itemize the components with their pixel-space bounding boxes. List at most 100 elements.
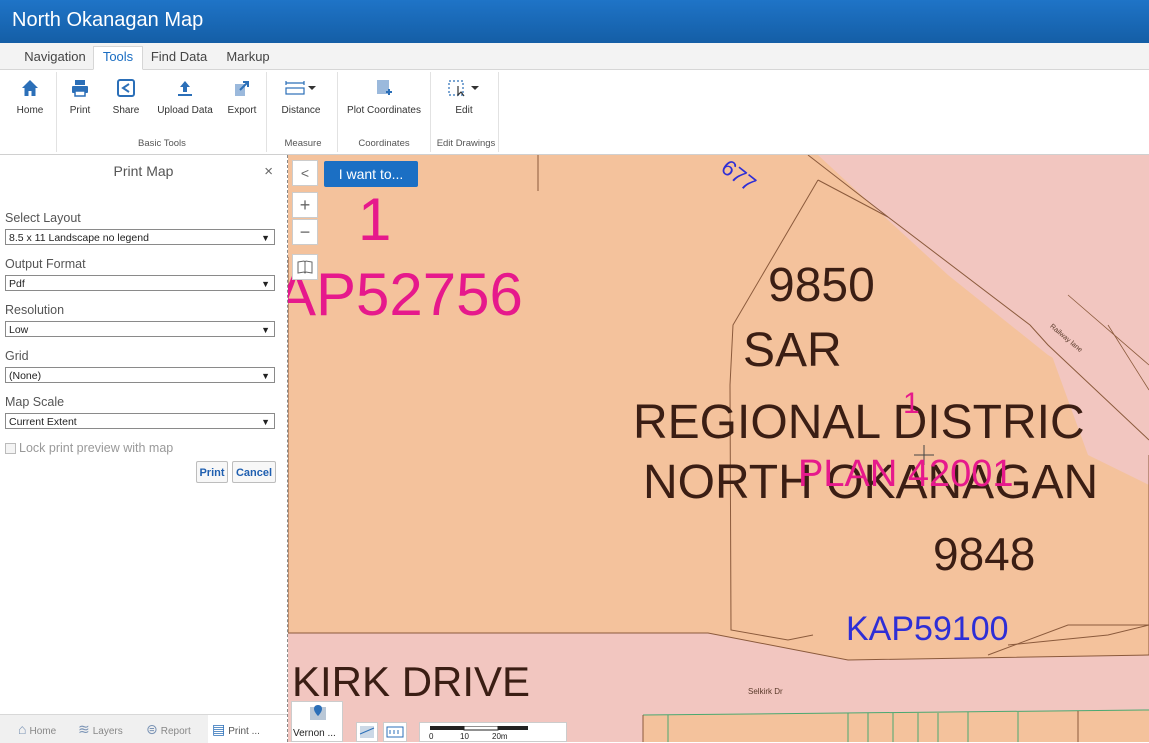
grid-value: (None): [9, 370, 42, 382]
resolution-label: Resolution: [5, 303, 65, 317]
basemap-icon: [359, 726, 375, 738]
chevron-down-icon: ▼: [261, 371, 270, 381]
scale-tick-label: 20m: [492, 732, 508, 741]
print-submit-button[interactable]: Print: [196, 461, 228, 483]
measure-group-label: Measure: [284, 138, 322, 149]
bottom-tab-home[interactable]: ⌂ Home: [18, 721, 56, 737]
panel-title: Print Map: [113, 163, 174, 179]
print-icon: [64, 78, 96, 102]
bottom-tab-layers[interactable]: ≋ Layers: [78, 721, 123, 738]
export-icon: [224, 78, 260, 102]
grid-dropdown[interactable]: (None) ▼: [5, 367, 275, 383]
map-pin-icon: [310, 705, 326, 720]
bottom-tab-report[interactable]: ⊜ Report: [146, 721, 191, 738]
plot-coordinates-label: Plot Coordinates: [347, 105, 421, 116]
map-label-plan: KAP59100: [846, 610, 1009, 648]
upload-label: Upload Data: [157, 105, 213, 116]
chevron-down-icon: ▼: [261, 233, 270, 243]
export-label: Export: [227, 105, 257, 116]
bottom-tab-label: Layers: [92, 726, 123, 737]
home-icon: [10, 78, 50, 102]
locator-label: Vernon ...: [293, 728, 336, 739]
upload-icon: [154, 78, 216, 102]
print-icon: ▤: [212, 721, 226, 737]
chevron-down-icon: ▼: [261, 279, 270, 289]
basemap-switcher-button[interactable]: [356, 722, 378, 742]
scale-tick-label: 10: [460, 732, 469, 741]
map-label-lot-number: 1: [358, 186, 392, 253]
distance-label: Distance: [281, 105, 321, 116]
coordinates-group-label: Coordinates: [358, 138, 410, 149]
scale-bar-graphic: [430, 726, 528, 731]
edit-label: Edit: [455, 105, 473, 116]
chevron-down-icon: ▼: [261, 417, 270, 427]
scale-toggle-button[interactable]: [383, 722, 407, 742]
home-label: Home: [16, 105, 44, 116]
tab-markup[interactable]: Markup: [219, 47, 277, 69]
tab-navigation[interactable]: Navigation: [12, 47, 98, 69]
zoom-out-button[interactable]: −: [292, 219, 318, 245]
map-label-plan: PLAN 42001: [798, 453, 1014, 495]
map-label-owner: REGIONAL DISTRIC: [633, 396, 1085, 449]
close-icon[interactable]: ×: [264, 163, 273, 180]
zoom-in-button[interactable]: +: [292, 192, 318, 218]
i-want-to-menu-button[interactable]: I want to...: [324, 161, 418, 187]
app-titlebar: North Okanagan Map: [0, 0, 1149, 43]
grid-label: Grid: [5, 349, 29, 363]
lock-preview-label: Lock print preview with map: [19, 441, 174, 455]
map-scale-label: Map Scale: [5, 395, 65, 409]
edit-drawings-group-label: Edit Drawings: [436, 138, 496, 149]
basic-tools-group-label: Basic Tools: [138, 138, 186, 149]
bookmarks-button[interactable]: [292, 254, 318, 280]
select-layout-value: 8.5 x 11 Landscape no legend: [9, 232, 149, 244]
share-button[interactable]: Share: [110, 78, 142, 116]
map-canvas[interactable]: 1 AP52756 677 9850 SAR REGIONAL DISTRIC …: [288, 155, 1149, 742]
bottom-tab-label: Home: [29, 726, 57, 737]
locator-widget[interactable]: Vernon ...: [291, 701, 343, 742]
upload-data-button[interactable]: Upload Data: [154, 78, 216, 116]
map-label-address: 9850: [768, 259, 875, 312]
tab-tools[interactable]: Tools: [93, 46, 143, 70]
plot-coordinates-button[interactable]: Plot Coordinates: [342, 78, 426, 116]
lock-preview-checkbox[interactable]: [5, 443, 16, 454]
cancel-button[interactable]: Cancel: [232, 461, 276, 483]
distance-button[interactable]: Distance: [272, 78, 330, 116]
edit-button[interactable]: Edit: [436, 78, 492, 116]
measure-distance-icon: [272, 78, 330, 102]
map-scale-dropdown[interactable]: Current Extent ▼: [5, 413, 275, 429]
layers-icon: ≋: [78, 721, 90, 737]
bottom-tab-print[interactable]: ▤ Print ...: [208, 715, 287, 743]
ribbon-divider: [266, 72, 267, 152]
map-label-owner: SAR: [743, 324, 842, 377]
select-layout-dropdown[interactable]: 8.5 x 11 Landscape no legend ▼: [5, 229, 275, 245]
share-icon: [110, 78, 142, 102]
print-button[interactable]: Print: [64, 78, 96, 116]
home-icon: ⌂: [18, 721, 27, 737]
output-format-value: Pdf: [9, 278, 25, 290]
resolution-dropdown[interactable]: Low ▼: [5, 321, 275, 337]
home-button[interactable]: Home: [10, 78, 50, 116]
collapse-panel-button[interactable]: <: [292, 160, 318, 186]
export-button[interactable]: Export: [224, 78, 260, 116]
map-label-plan: AP52756: [288, 261, 523, 328]
map-label-road: KIRK DRIVE: [292, 658, 531, 705]
scale-tick-label: 0: [429, 732, 434, 741]
scale-bar: 0 10 20m: [419, 722, 567, 742]
output-format-label: Output Format: [5, 257, 86, 271]
output-format-dropdown[interactable]: Pdf ▼: [5, 275, 275, 291]
ribbon-divider: [56, 72, 57, 152]
book-icon: [297, 260, 313, 274]
tab-find-data[interactable]: Find Data: [146, 47, 212, 69]
resolution-value: Low: [9, 324, 29, 336]
ribbon-tabs: Navigation Tools Find Data Markup: [0, 43, 1149, 70]
print-map-panel: Print Map × Select Layout 8.5 x 11 Lands…: [0, 155, 295, 742]
chevron-down-icon: ▼: [261, 325, 270, 335]
ribbon-divider: [430, 72, 431, 152]
app-title: North Okanagan Map: [12, 9, 204, 31]
map-label-lot-number: 1: [903, 387, 920, 420]
plot-coordinates-icon: [342, 78, 426, 102]
bottom-panel-tabs: ⌂ Home ≋ Layers ⊜ Report ▤ Print ...: [0, 714, 287, 743]
map-label-address: 9848: [933, 528, 1036, 580]
map-label-road: Selkirk Dr: [748, 687, 783, 696]
bottom-tab-label: Print ...: [228, 726, 260, 737]
